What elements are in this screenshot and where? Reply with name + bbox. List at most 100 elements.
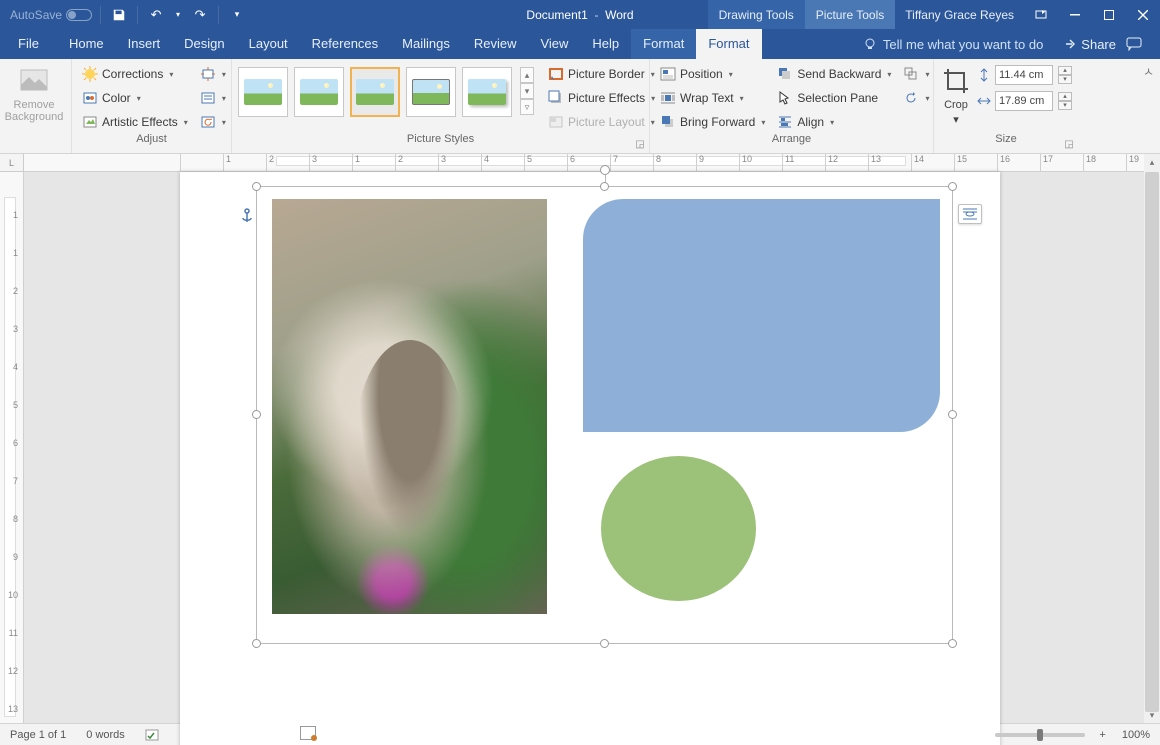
tab-help[interactable]: Help	[580, 29, 631, 59]
gallery-up-button[interactable]: ▴	[520, 67, 534, 83]
group-label-picture-styles: Picture Styles ◲	[232, 133, 649, 153]
wrap-text-button[interactable]: Wrap Text▾	[656, 87, 769, 109]
resize-handle-n[interactable]	[600, 182, 609, 191]
resize-handle-s[interactable]	[600, 639, 609, 648]
group-objects-button[interactable]: ▾	[899, 63, 933, 85]
chevron-down-icon: ▾	[740, 94, 744, 103]
dialog-launcher-picture-styles[interactable]: ◲	[634, 139, 646, 151]
scrollbar-thumb[interactable]	[1145, 172, 1159, 712]
tab-format-drawing[interactable]: Format	[631, 29, 696, 59]
resize-handle-e[interactable]	[948, 410, 957, 419]
resize-handle-w[interactable]	[252, 410, 261, 419]
rotate-button[interactable]: ▾	[899, 87, 933, 109]
group-picture-styles: ▴ ▾ ▿ Picture Border▾ Picture Effects▾ P…	[232, 59, 650, 153]
zoom-in-button[interactable]: +	[1093, 729, 1111, 741]
resize-handle-sw[interactable]	[252, 639, 261, 648]
vertical-scrollbar[interactable]: ▴ ▾	[1144, 154, 1160, 723]
picture-border-button[interactable]: Picture Border▾	[544, 63, 659, 85]
tab-design[interactable]: Design	[172, 29, 236, 59]
undo-dropdown[interactable]: ▾	[172, 3, 184, 27]
remove-background-button[interactable]: Remove Background	[6, 63, 62, 123]
crop-button[interactable]: Crop ▾	[940, 63, 972, 126]
chevron-down-icon: ▾	[137, 94, 141, 103]
close-button[interactable]	[1126, 0, 1160, 29]
height-input[interactable]: 11.44 cm	[995, 65, 1053, 85]
dialog-launcher-size[interactable]: ◲	[1063, 139, 1075, 151]
tab-layout[interactable]: Layout	[237, 29, 300, 59]
tab-home[interactable]: Home	[57, 29, 116, 59]
tab-format-picture[interactable]: Format	[696, 29, 761, 59]
rotation-handle[interactable]	[600, 165, 610, 175]
resize-handle-ne[interactable]	[948, 182, 957, 191]
picture-layout-button[interactable]: Picture Layout▾	[544, 111, 659, 133]
height-up[interactable]: ▴	[1058, 66, 1072, 75]
tab-references[interactable]: References	[300, 29, 390, 59]
bring-forward-button[interactable]: Bring Forward▾	[656, 111, 769, 133]
style-preset-2[interactable]	[294, 67, 344, 117]
gallery-more-button[interactable]: ▿	[520, 99, 534, 115]
chevron-down-icon: ▾	[925, 94, 929, 103]
redo-button[interactable]: ↷	[188, 3, 212, 27]
style-preset-1[interactable]	[238, 67, 288, 117]
compress-pictures-button[interactable]: ▾	[196, 63, 230, 85]
artistic-effects-button[interactable]: Artistic Effects▾	[78, 111, 192, 133]
tab-insert[interactable]: Insert	[116, 29, 173, 59]
corrections-button[interactable]: Corrections▾	[78, 63, 192, 85]
zoom-slider-knob[interactable]	[1037, 729, 1043, 741]
position-button[interactable]: Position▾	[656, 63, 769, 85]
style-preset-5[interactable]	[462, 67, 512, 117]
zoom-level[interactable]: 100%	[1112, 729, 1160, 741]
undo-button[interactable]: ↶	[144, 3, 168, 27]
collapse-ribbon-button[interactable]: ㅅ	[1143, 63, 1154, 80]
customize-qat-button[interactable]: ▾	[225, 3, 249, 27]
height-down[interactable]: ▾	[1058, 75, 1072, 84]
ruler-corner[interactable]: L	[0, 154, 24, 172]
picture-effects-button[interactable]: Picture Effects▾	[544, 87, 659, 109]
change-picture-button[interactable]: ▾	[196, 87, 230, 109]
autosave-toggle[interactable]: AutoSave	[0, 8, 98, 22]
vertical-ruler[interactable]: 112345678910111213	[0, 172, 24, 723]
align-button[interactable]: Align▾	[773, 111, 895, 133]
zoom-slider[interactable]	[995, 733, 1085, 737]
context-tab-picture-tools[interactable]: Picture Tools	[805, 0, 895, 29]
share-button[interactable]: Share	[1053, 37, 1126, 52]
group-label-arrange: Arrange	[650, 133, 933, 153]
scroll-up-button[interactable]: ▴	[1144, 154, 1160, 170]
width-up[interactable]: ▴	[1058, 92, 1072, 101]
horizontal-ruler[interactable]: 12312345678910111213141516171819	[24, 154, 1144, 172]
tab-file[interactable]: File	[0, 29, 57, 59]
status-spellcheck[interactable]	[135, 728, 171, 742]
effects-icon	[548, 90, 564, 106]
compress-icon	[200, 66, 216, 82]
status-words[interactable]: 0 words	[76, 729, 135, 741]
width-input[interactable]: 17.89 cm	[995, 91, 1053, 111]
tab-view[interactable]: View	[528, 29, 580, 59]
page-canvas[interactable]	[180, 172, 1000, 745]
gallery-down-button[interactable]: ▾	[520, 83, 534, 99]
crop-icon	[940, 65, 972, 97]
picture-styles-gallery[interactable]: ▴ ▾ ▿	[238, 63, 534, 117]
tell-me-search[interactable]: Tell me what you want to do	[853, 37, 1053, 52]
resize-handle-se[interactable]	[948, 639, 957, 648]
layout-options-chip[interactable]	[958, 204, 982, 224]
style-preset-3[interactable]	[350, 67, 400, 117]
context-tab-drawing-tools[interactable]: Drawing Tools	[708, 0, 805, 29]
tab-review[interactable]: Review	[462, 29, 529, 59]
send-backward-button[interactable]: Send Backward▾	[773, 63, 895, 85]
reset-picture-button[interactable]: ▾	[196, 111, 230, 133]
color-button[interactable]: Color▾	[78, 87, 192, 109]
comments-button[interactable]	[1126, 37, 1160, 51]
group-arrange: Position▾ Wrap Text▾ Bring Forward▾ Send…	[650, 59, 934, 153]
style-preset-4[interactable]	[406, 67, 456, 117]
tab-mailings[interactable]: Mailings	[390, 29, 462, 59]
selection-pane-button[interactable]: Selection Pane	[773, 87, 895, 109]
width-down[interactable]: ▾	[1058, 101, 1072, 110]
selection-frame[interactable]	[256, 186, 953, 644]
minimize-button[interactable]	[1058, 0, 1092, 29]
user-name[interactable]: Tiffany Grace Reyes	[895, 8, 1024, 22]
maximize-button[interactable]	[1092, 0, 1126, 29]
scroll-down-button[interactable]: ▾	[1144, 707, 1160, 723]
save-button[interactable]	[107, 3, 131, 27]
resize-handle-nw[interactable]	[252, 182, 261, 191]
ribbon-display-options-button[interactable]	[1024, 0, 1058, 29]
